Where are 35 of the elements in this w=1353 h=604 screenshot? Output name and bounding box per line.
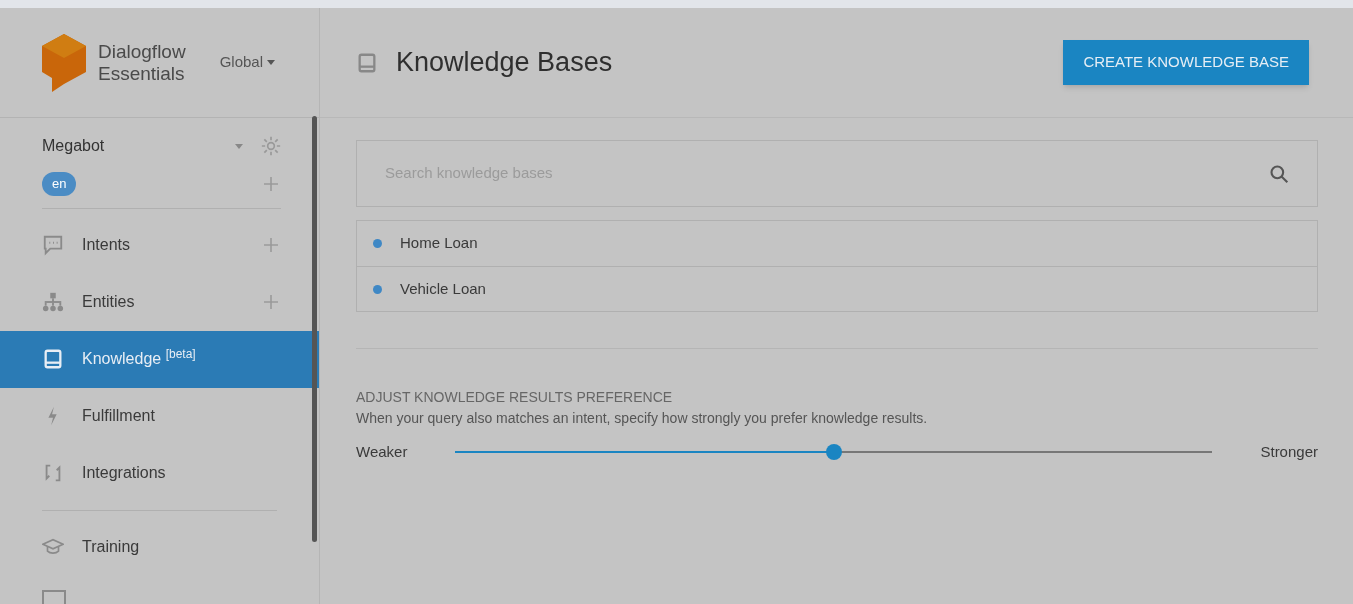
slider-max-label: Stronger xyxy=(1260,442,1318,462)
slider-thumb[interactable] xyxy=(825,444,842,461)
logo-icon xyxy=(42,33,86,92)
monitor-icon xyxy=(42,589,66,604)
knowledge-base-row[interactable]: Vehicle Loan xyxy=(357,266,1317,311)
slider-min-label: Weaker xyxy=(356,442,408,462)
knowledge-base-row[interactable]: Home Loan xyxy=(357,221,1317,266)
nav-item[interactable]: Intents xyxy=(0,216,319,274)
book-icon xyxy=(356,51,378,74)
brand-name: Dialogflow xyxy=(98,40,186,63)
brand-name: Essentials xyxy=(98,62,186,85)
hierarchy-icon xyxy=(42,291,64,313)
add-icon[interactable] xyxy=(263,294,279,310)
caret-icon[interactable] xyxy=(235,143,243,149)
add-icon[interactable] xyxy=(263,175,279,192)
nav-item[interactable]: Entities xyxy=(0,273,319,331)
search-icon[interactable] xyxy=(1269,163,1289,184)
settings-icon[interactable] xyxy=(261,136,281,156)
book-icon xyxy=(42,348,64,370)
slider[interactable] xyxy=(455,444,1213,461)
nav-item[interactable]: Integrations xyxy=(0,444,319,502)
agent-name[interactable]: Megabot xyxy=(42,134,105,158)
page-title: Knowledge Bases xyxy=(396,46,613,80)
language-chip[interactable]: en xyxy=(42,172,77,196)
nav-item[interactable]: Knowledge $^{[beta]}$ xyxy=(0,330,319,388)
caret-icon xyxy=(267,60,275,65)
chat-icon xyxy=(42,234,64,256)
add-icon[interactable] xyxy=(263,237,279,253)
section-heading: ADJUST KNOWLEDGE RESULTS PREFERENCE xyxy=(356,388,674,407)
nav-item[interactable]: Fulfillment xyxy=(0,387,319,445)
create-knowledge-base-button[interactable]: CREATE KNOWLEDGE BASE xyxy=(1063,40,1309,85)
region-dropdown[interactable]: Global xyxy=(219,51,275,74)
section-description: When your query also matches an intent, specify how strongly you prefer knowledge results. xyxy=(356,409,929,428)
nav-item[interactable]: Training xyxy=(0,518,319,576)
scrollbar[interactable] xyxy=(312,116,317,542)
